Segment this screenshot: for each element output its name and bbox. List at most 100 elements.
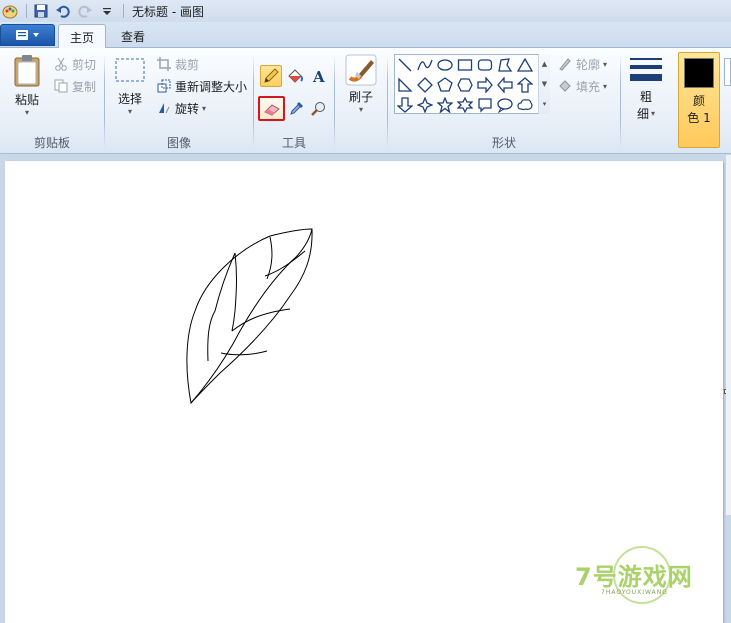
rounded-rectangle-shape-icon[interactable]: [475, 55, 495, 75]
text-icon: A: [312, 68, 325, 84]
magnifier-icon: [311, 102, 325, 116]
copy-button[interactable]: 复制: [52, 76, 96, 96]
rectangle-shape-icon[interactable]: [455, 55, 475, 75]
color1-button[interactable]: 颜 色 1: [678, 52, 720, 148]
paint-app-icon[interactable]: [0, 1, 20, 21]
line-width-icon: [630, 58, 662, 81]
image-group: 选择 ▾ 裁剪 重新调整大小 旋转 ▾ 图像: [105, 48, 253, 154]
watermark-text: 7号游戏网: [575, 563, 693, 591]
chevron-down-icon: ▾: [24, 108, 29, 117]
shapes-group-label: 形状: [491, 136, 516, 150]
group-divider: [620, 54, 621, 148]
crop-button[interactable]: 裁剪: [155, 54, 199, 74]
right-triangle-shape-icon[interactable]: [395, 75, 415, 95]
chevron-down-icon: ▾: [603, 59, 608, 69]
vertical-scrollbar[interactable]: [726, 155, 731, 515]
right-arrow-shape-icon[interactable]: [475, 75, 495, 95]
color-picker-tool-button[interactable]: [286, 97, 308, 119]
scissors-icon: [52, 55, 70, 73]
polygon-shape-icon[interactable]: [495, 55, 515, 75]
resize-icon: [155, 77, 173, 95]
color1-swatch: [684, 58, 714, 88]
rotate-button[interactable]: 旋转 ▾: [155, 98, 206, 118]
line-shape-icon[interactable]: [395, 55, 415, 75]
outline-label: 轮廓: [576, 57, 601, 72]
rotate-label: 旋转: [175, 101, 200, 116]
fill-button[interactable]: 填充 ▾: [556, 76, 607, 96]
eraser-icon: [263, 103, 280, 116]
pencil-tool-button[interactable]: [260, 65, 282, 87]
file-menu-button[interactable]: [0, 24, 55, 46]
chevron-down-icon: ▾: [651, 109, 656, 118]
svg-text:A: A: [312, 68, 325, 84]
text-tool-button[interactable]: A: [308, 65, 330, 87]
oval-callout-shape-icon[interactable]: [495, 95, 515, 115]
six-point-star-shape-icon[interactable]: [455, 95, 475, 115]
hexagon-shape-icon[interactable]: [455, 75, 475, 95]
window-title: 无标题 - 画图: [132, 4, 204, 19]
resize-button[interactable]: 重新调整大小: [155, 76, 247, 96]
triangle-shape-icon[interactable]: [515, 55, 535, 75]
chevron-down-icon: ▾: [127, 107, 132, 116]
size-button[interactable]: 粗 细 ▾: [626, 56, 666, 122]
diamond-shape-icon[interactable]: [415, 75, 435, 95]
save-icon[interactable]: [31, 1, 51, 21]
undo-icon[interactable]: [53, 1, 73, 21]
scroll-down-icon[interactable]: ▼: [539, 74, 550, 94]
site-watermark: 7号游戏网 7HAOYOUXIWANG: [563, 545, 723, 605]
copy-label: 复制: [72, 79, 97, 94]
clipboard-icon: [14, 55, 40, 87]
fill-tool-button[interactable]: [284, 65, 306, 87]
image-group-label: 图像: [166, 136, 191, 150]
customize-toolbar-icon[interactable]: [97, 1, 117, 21]
eraser-tool-button[interactable]: [258, 96, 285, 121]
file-menu-icon: [15, 30, 39, 40]
tools-group: A 工具: [254, 48, 334, 154]
select-label: 选择: [117, 92, 142, 106]
select-button[interactable]: 选择 ▾: [111, 56, 149, 116]
rotate-icon: [155, 99, 173, 117]
brushes-button[interactable]: 刷子 ▾: [342, 54, 380, 114]
pentagon-shape-icon[interactable]: [435, 75, 455, 95]
color2-button[interactable]: [724, 58, 731, 86]
crop-icon: [155, 55, 173, 73]
gallery-expand-icon[interactable]: ▾: [539, 94, 550, 114]
color1-label-line2: 色 1: [687, 111, 711, 125]
fill-label: 填充: [576, 79, 601, 94]
down-arrow-shape-icon[interactable]: [395, 95, 415, 115]
oval-shape-icon[interactable]: [435, 55, 455, 75]
tools-group-label: 工具: [281, 136, 306, 150]
redo-icon[interactable]: [75, 1, 95, 21]
outline-brush-icon: [556, 55, 574, 73]
magnifier-tool-button[interactable]: [308, 97, 330, 119]
selection-rectangle-icon: [115, 58, 145, 82]
up-arrow-shape-icon[interactable]: [515, 75, 535, 95]
tab-view[interactable]: 查看: [110, 24, 156, 48]
cut-label: 剪切: [72, 57, 97, 72]
color-picker-icon: [290, 102, 303, 115]
cloud-callout-shape-icon[interactable]: [515, 95, 535, 115]
ribbon-tab-bar: 主页 查看: [0, 22, 731, 49]
color1-label-line1: 颜: [692, 94, 705, 108]
scroll-up-icon[interactable]: ▲: [539, 54, 550, 74]
fill-bucket-icon: [288, 69, 303, 83]
chevron-down-icon: ▾: [358, 105, 363, 114]
brushes-group: 刷子 ▾: [335, 48, 387, 154]
rounded-callout-shape-icon[interactable]: [475, 95, 495, 115]
chevron-down-icon: ▾: [202, 103, 207, 113]
crop-label: 裁剪: [175, 57, 200, 72]
cut-button[interactable]: 剪切: [52, 54, 96, 74]
paste-button[interactable]: 粘贴 ▾: [8, 54, 46, 117]
watermark-subtext: 7HAOYOUXIWANG: [601, 589, 668, 596]
toolbar-divider: [26, 4, 27, 18]
curve-shape-icon[interactable]: [415, 55, 435, 75]
five-point-star-shape-icon[interactable]: [435, 95, 455, 115]
shapes-gallery-scrollbar[interactable]: ▲ ▼ ▾: [538, 54, 550, 114]
four-point-star-shape-icon[interactable]: [415, 95, 435, 115]
size-label-line2: 细: [636, 107, 649, 121]
outline-button[interactable]: 轮廓 ▾: [556, 54, 607, 74]
tab-home[interactable]: 主页: [58, 24, 107, 49]
pencil-icon: [264, 68, 279, 83]
size-label-line1: 粗: [639, 90, 652, 104]
left-arrow-shape-icon[interactable]: [495, 75, 515, 95]
